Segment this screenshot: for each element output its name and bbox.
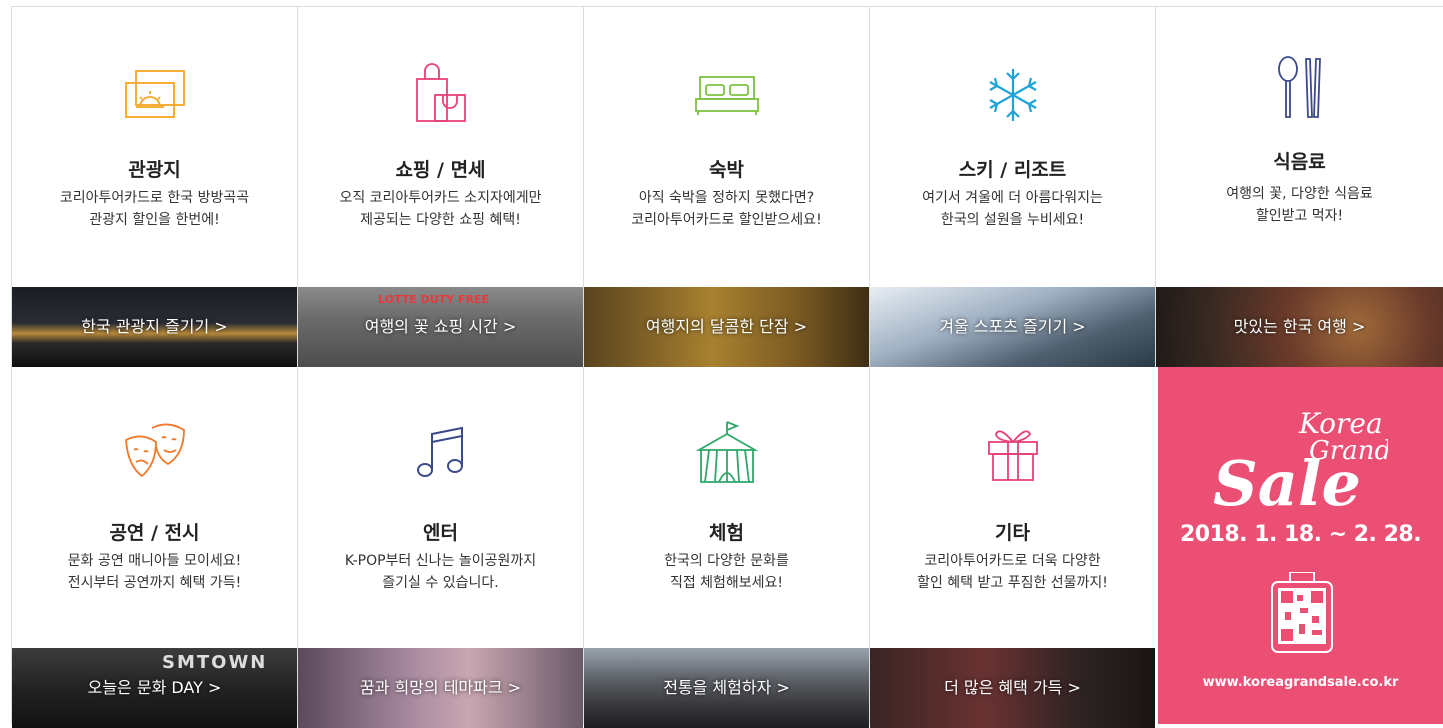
- desc-line: 한국의 설원을 누비세요!: [940, 212, 1085, 228]
- desc-line: 아직 숙박을 정하지 못했다면?: [638, 190, 815, 206]
- banner-performance[interactable]: SMTOWN 오늘은 문화 DAY >: [12, 648, 297, 728]
- desc-line: 직접 체험해보세요!: [669, 575, 784, 591]
- desc-line: 코리아투어카드로 할인받으세요!: [631, 212, 822, 228]
- banner-etc[interactable]: 더 많은 혜택 가득 >: [870, 648, 1155, 728]
- banner-label: 한국 관광지 즐기기 >: [81, 317, 228, 336]
- category-desc: 문화 공연 매니아들 모이세요! 전시부터 공연까지 혜택 가득!: [12, 550, 297, 594]
- sightseeing-icon: [122, 69, 188, 123]
- category-title: 스키 / 리조트: [958, 159, 1067, 181]
- banner-label: 여행지의 달콤한 단잠 >: [645, 317, 808, 336]
- logo-sale: Sale: [1213, 447, 1361, 510]
- category-entertainment[interactable]: 엔터 K-POP부터 신나는 놀이공원까지 즐기실 수 있습니다. 꿈과 희망의…: [297, 368, 583, 728]
- banner-sightseeing[interactable]: 한국 관광지 즐기기 >: [12, 287, 297, 367]
- korea-grand-sale-logo: Korea Grand Sale: [1213, 395, 1391, 520]
- category-desc: 코리아투어카드로 더욱 다양한 할인 혜택 받고 푸짐한 선물까지!: [870, 550, 1155, 594]
- banner-label: 겨울 스포츠 즐기기 >: [939, 317, 1086, 336]
- music-note-icon: [415, 426, 467, 484]
- banner-label: 더 많은 혜택 가득 >: [944, 678, 1081, 697]
- category-performance[interactable]: 공연 / 전시 문화 공연 매니아들 모이세요! 전시부터 공연까지 혜택 가득…: [11, 368, 297, 728]
- category-desc: 여행의 꽃, 다양한 식음료 할인받고 먹자!: [1156, 183, 1443, 227]
- category-desc: K-POP부터 신나는 놀이공원까지 즐기실 수 있습니다.: [298, 550, 583, 594]
- snowflake-icon: [983, 65, 1043, 129]
- desc-line: 오직 코리아투어카드 소지자에게만: [339, 190, 542, 206]
- banner-label: 오늘은 문화 DAY >: [87, 678, 222, 697]
- shopping-bag-icon: [413, 63, 469, 127]
- category-desc: 아직 숙박을 정하지 못했다면? 코리아투어카드로 할인받으세요!: [584, 187, 869, 231]
- category-title: 식음료: [1273, 151, 1326, 173]
- desc-line: 할인받고 먹자!: [1255, 208, 1344, 224]
- desc-line: 코리아투어카드로 더욱 다양한: [924, 553, 1101, 569]
- theater-masks-icon: [122, 420, 188, 488]
- desc-line: K-POP부터 신나는 놀이공원까지: [344, 553, 537, 569]
- category-sightseeing[interactable]: 관광지 코리아투어카드로 한국 방방곡곡 관광지 할인을 한번에! 한국 관광지…: [11, 7, 297, 368]
- desc-line: 코리아투어카드로 한국 방방곡곡: [59, 190, 250, 206]
- desc-line: 즐기실 수 있습니다.: [382, 575, 499, 591]
- category-experience[interactable]: 체험 한국의 다양한 문화를 직접 체험해보세요! 전통을 체험하자 >: [583, 368, 869, 728]
- banner-experience[interactable]: 전통을 체험하자 >: [584, 648, 869, 728]
- category-desc: 코리아투어카드로 한국 방방곡곡 관광지 할인을 한번에!: [12, 187, 297, 231]
- banner-entertainment[interactable]: 꿈과 희망의 테마파크 >: [298, 648, 583, 728]
- spoon-chopsticks-icon: [1270, 55, 1330, 125]
- banner-food[interactable]: 맛있는 한국 여행 >: [1156, 287, 1443, 367]
- banner-ski[interactable]: 겨울 스포츠 즐기기 >: [870, 287, 1155, 367]
- bed-icon: [694, 75, 760, 121]
- promo-dates: 2018. 1. 18. ~ 2. 28.: [1179, 522, 1422, 547]
- banner-lodging[interactable]: 여행지의 달콤한 단잠 >: [584, 287, 869, 367]
- circus-tent-icon: [695, 420, 759, 488]
- promo-url[interactable]: www.koreagrandsale.co.kr: [1158, 675, 1443, 690]
- qr-code-icon: [1270, 571, 1334, 658]
- category-title: 체험: [709, 522, 744, 544]
- desc-line: 제공되는 다양한 쇼핑 혜택!: [360, 212, 521, 228]
- banner-shopping[interactable]: LOTTE DUTY FREE 여행의 꽃 쇼핑 시간 >: [298, 287, 583, 367]
- desc-line: 전시부터 공연까지 혜택 가득!: [67, 575, 242, 591]
- desc-line: 관광지 할인을 한번에!: [89, 212, 220, 228]
- category-title: 기타: [995, 522, 1030, 544]
- category-desc: 한국의 다양한 문화를 직접 체험해보세요!: [584, 550, 869, 594]
- category-title: 공연 / 전시: [109, 522, 200, 544]
- banner-label: 여행의 꽃 쇼핑 시간 >: [364, 317, 517, 336]
- category-lodging[interactable]: 숙박 아직 숙박을 정하지 못했다면? 코리아투어카드로 할인받으세요! 여행지…: [583, 7, 869, 368]
- desc-line: 한국의 다양한 문화를: [664, 553, 789, 569]
- desc-line: 문화 공연 매니아들 모이세요!: [67, 553, 242, 569]
- category-ski-resort[interactable]: 스키 / 리조트 여기서 겨울에 더 아름다워지는 한국의 설원을 누비세요! …: [869, 7, 1155, 368]
- category-title: 쇼핑 / 면세: [395, 159, 486, 181]
- category-desc: 오직 코리아투어카드 소지자에게만 제공되는 다양한 쇼핑 혜택!: [298, 187, 583, 231]
- banner-label: 맛있는 한국 여행 >: [1233, 317, 1366, 336]
- desc-line: 여행의 꽃, 다양한 식음료: [1226, 186, 1373, 202]
- banner-label: 꿈과 희망의 테마파크 >: [359, 678, 522, 697]
- korea-grand-sale-promo[interactable]: Korea Grand Sale 2018. 1. 18. ~ 2. 28. w…: [1158, 367, 1443, 724]
- banner-label: 전통을 체험하자 >: [663, 678, 790, 697]
- desc-line: 할인 혜택 받고 푸짐한 선물까지!: [917, 575, 1108, 591]
- desc-line: 여기서 겨울에 더 아름다워지는: [922, 190, 1103, 206]
- category-title: 숙박: [709, 159, 744, 181]
- category-title: 관광지: [128, 159, 181, 181]
- category-etc[interactable]: 기타 코리아투어카드로 더욱 다양한 할인 혜택 받고 푸짐한 선물까지! 더 …: [869, 368, 1155, 728]
- category-shopping[interactable]: 쇼핑 / 면세 오직 코리아투어카드 소지자에게만 제공되는 다양한 쇼핑 혜택…: [297, 7, 583, 368]
- category-title: 엔터: [423, 522, 458, 544]
- gift-icon: [986, 422, 1040, 486]
- category-food[interactable]: 식음료 여행의 꽃, 다양한 식음료 할인받고 먹자! 맛있는 한국 여행 >: [1155, 7, 1443, 368]
- category-desc: 여기서 겨울에 더 아름다워지는 한국의 설원을 누비세요!: [870, 187, 1155, 231]
